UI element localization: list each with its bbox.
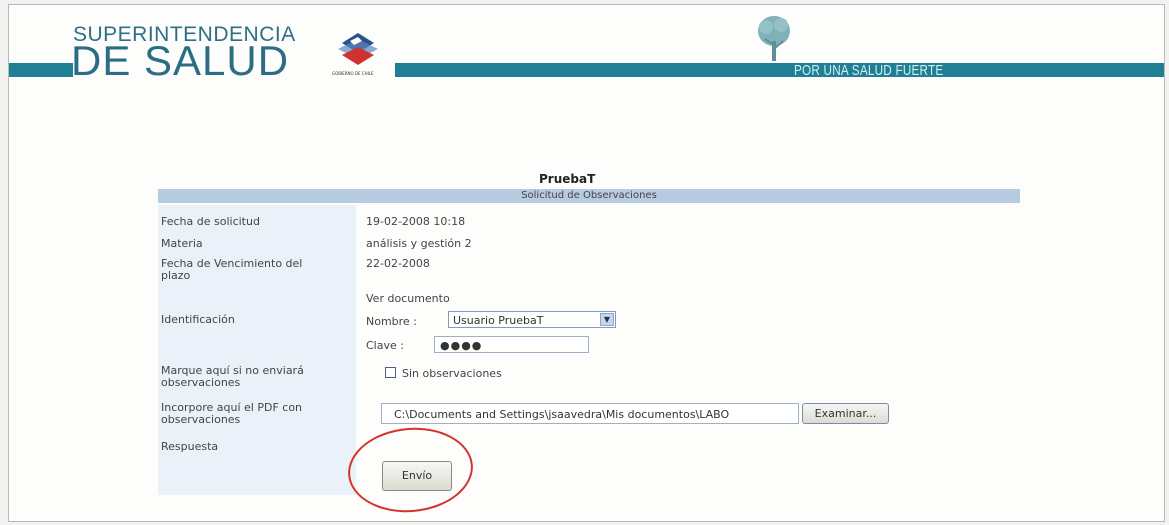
sin-observaciones-label: Sin observaciones xyxy=(402,367,502,380)
ver-documento-link[interactable]: Ver documento xyxy=(366,293,450,305)
label-fecha-solicitud: Fecha de solicitud xyxy=(161,215,260,228)
logo-small-text: GOBIERNO DE CHILE xyxy=(332,71,374,76)
label-materia: Materia xyxy=(161,237,203,250)
label-fecha-vencimiento-line2: plazo xyxy=(161,269,191,282)
chile-flag-logo-icon xyxy=(338,33,378,65)
site-header: SUPERINTENDENCIA DE SALUD GOBIERNO DE CH… xyxy=(9,5,1164,85)
nombre-select[interactable]: Usuario PruebaT ▼ xyxy=(448,311,616,328)
label-pdf-line2: observaciones xyxy=(161,413,241,426)
value-fecha-vencimiento: 22-02-2008 xyxy=(366,257,430,270)
clave-masked-value: ●●●● xyxy=(440,339,483,352)
pdf-file-input[interactable]: C:\Documents and Settings\jsaavedra\Mis … xyxy=(381,403,799,424)
chevron-down-icon[interactable]: ▼ xyxy=(600,313,614,326)
form-subtitle: Solicitud de Observaciones xyxy=(158,189,1020,203)
nombre-label: Nombre : xyxy=(366,315,417,328)
browse-button[interactable]: Examinar... xyxy=(802,403,889,424)
clave-password-input[interactable]: ●●●● xyxy=(434,336,589,353)
label-sin-observaciones-line2: observaciones xyxy=(161,376,241,389)
label-identificacion: Identificación xyxy=(161,313,235,326)
clave-label: Clave : xyxy=(366,339,404,352)
sin-observaciones-checkbox[interactable] xyxy=(385,367,396,378)
slogan: POR UNA SALUD FUERTE xyxy=(794,62,944,79)
label-respuesta: Respuesta xyxy=(161,440,219,453)
file-path-value: C:\Documents and Settings\jsaavedra\Mis … xyxy=(394,408,730,421)
nombre-selected-value: Usuario PruebaT xyxy=(453,314,544,327)
observations-form: Solicitud de Observaciones Fecha de soli… xyxy=(158,189,1020,518)
highlight-circle xyxy=(344,422,477,518)
page-title: PruebaT xyxy=(539,172,596,186)
value-fecha-solicitud: 19-02-2008 10:18 xyxy=(366,215,466,228)
logo-line2: DE SALUD xyxy=(71,37,290,84)
browser-page: SUPERINTENDENCIA DE SALUD GOBIERNO DE CH… xyxy=(8,4,1165,522)
tree-icon xyxy=(758,16,790,61)
value-materia: análisis y gestión 2 xyxy=(366,237,472,250)
